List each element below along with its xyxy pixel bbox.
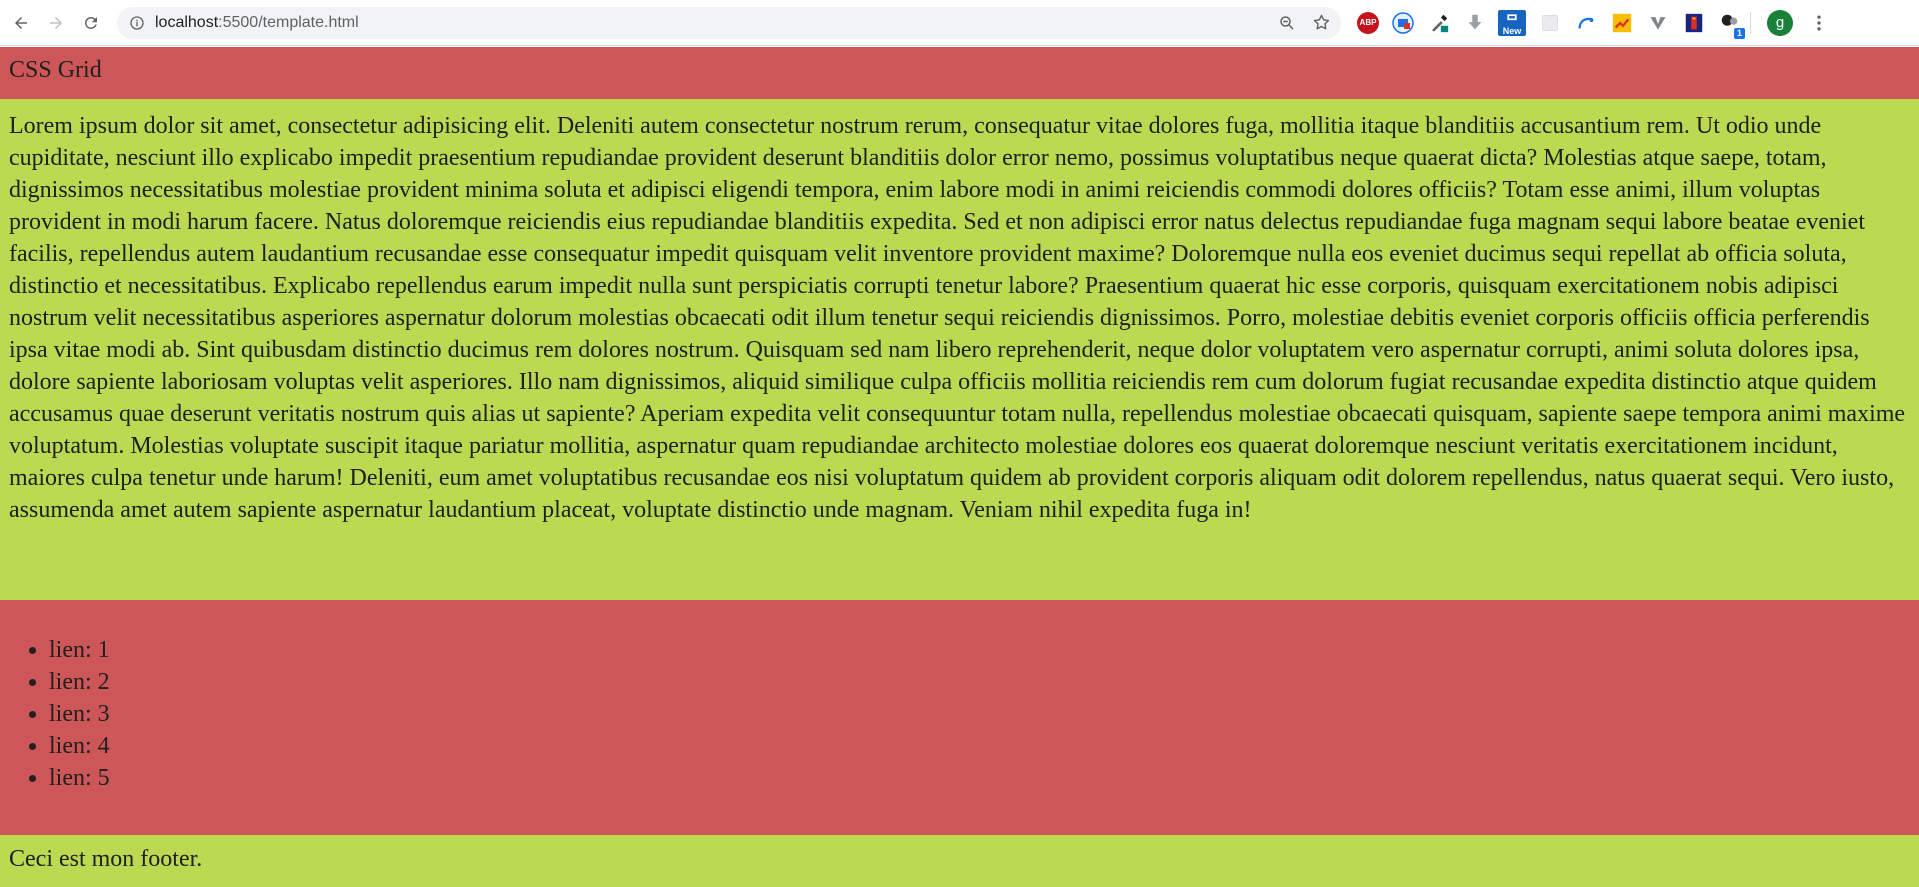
site-info-icon[interactable]	[129, 15, 145, 31]
bookmark-star-icon[interactable]	[1311, 13, 1331, 33]
url-host: localhost	[155, 13, 219, 31]
profile-avatar[interactable]: g	[1767, 9, 1793, 36]
url-text[interactable]: localhost:5500/template.html	[155, 14, 359, 32]
blank-extension-icon[interactable]	[1537, 10, 1562, 35]
main-content: Lorem ipsum dolor sit amet, consectetur …	[0, 99, 1919, 600]
forward-arrow-icon	[50, 16, 62, 29]
browser-toolbar: localhost:5500/template.html ABP New 1 g	[0, 0, 1919, 46]
list-item-link-3: lien: 3	[49, 698, 1910, 730]
page-header: CSS Grid	[0, 47, 1919, 99]
screen-capture-icon[interactable]	[1390, 10, 1415, 35]
new-extension-icon[interactable]: New	[1498, 9, 1526, 36]
footer-text: Ceci est mon footer.	[9, 846, 203, 872]
chart-icon[interactable]	[1609, 10, 1634, 35]
toolbar-divider	[1750, 11, 1751, 34]
extension-count-badge: 1	[1733, 28, 1745, 39]
new-badge: New	[1502, 25, 1522, 36]
url-path: :5500/template.html	[218, 13, 359, 31]
shapes-icon[interactable]: 1	[1717, 10, 1745, 39]
v-shape-icon[interactable]	[1645, 10, 1670, 35]
page-footer: Ceci est mon footer.	[0, 835, 1919, 887]
list-item-link-1: lien: 1	[49, 634, 1910, 666]
page-title: CSS Grid	[9, 57, 102, 83]
download-icon[interactable]	[1462, 10, 1487, 35]
links-list: lien: 1 lien: 2 lien: 3 lien: 4 lien: 5	[9, 634, 1910, 794]
back-arrow-icon	[15, 16, 27, 29]
reload-icon	[84, 16, 97, 29]
list-item-link-2: lien: 2	[49, 666, 1910, 698]
curve-icon[interactable]	[1573, 10, 1598, 35]
new-extension-glyph	[1507, 13, 1517, 20]
lorem-paragraph: Lorem ipsum dolor sit amet, consectetur …	[9, 113, 1906, 523]
flag-icon[interactable]	[1681, 10, 1706, 35]
address-bar[interactable]: localhost:5500/template.html	[117, 6, 1341, 39]
zoom-icon[interactable]	[1277, 13, 1297, 33]
eyedropper-icon[interactable]	[1426, 10, 1451, 35]
grid-container: CSS Grid Lorem ipsum dolor sit amet, con…	[0, 47, 1919, 887]
list-item-link-4: lien: 4	[49, 730, 1910, 762]
forward-button[interactable]	[42, 9, 70, 37]
adblock-icon[interactable]: ABP	[1357, 11, 1379, 34]
extensions-bar: ABP New 1	[1357, 9, 1745, 39]
back-button[interactable]	[7, 9, 35, 37]
more-menu-icon[interactable]	[1809, 13, 1829, 33]
reload-button[interactable]	[77, 9, 105, 37]
links-sidebar: lien: 1 lien: 2 lien: 3 lien: 4 lien: 5	[0, 600, 1919, 835]
list-item-link-5: lien: 5	[49, 762, 1910, 794]
